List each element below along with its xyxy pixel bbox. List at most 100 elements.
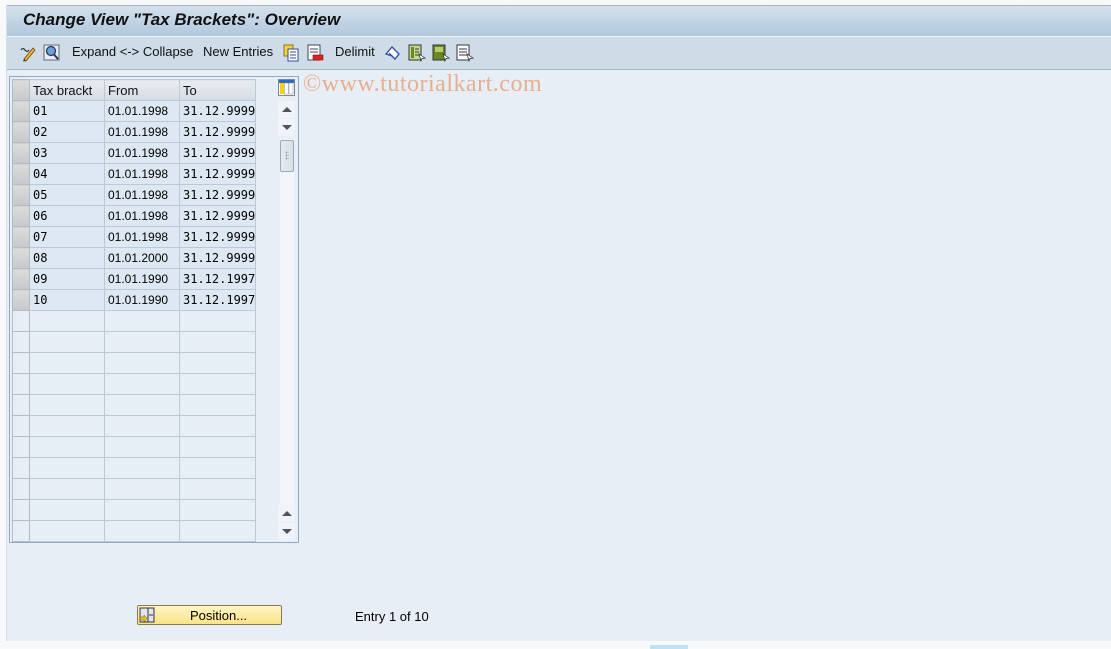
row-selector[interactable] bbox=[12, 100, 30, 122]
cell-from-date[interactable]: 01.01.1990 bbox=[104, 268, 180, 290]
empty-cell[interactable] bbox=[178, 478, 257, 500]
cell-tax-bracket[interactable]: 04 bbox=[29, 163, 105, 185]
new-entries-button[interactable]: New Entries bbox=[203, 44, 273, 62]
cell-tax-bracket[interactable]: 05 bbox=[29, 184, 105, 206]
empty-cell[interactable] bbox=[104, 478, 180, 500]
row-selector[interactable] bbox=[12, 268, 30, 290]
row-selector[interactable] bbox=[12, 394, 30, 416]
empty-cell[interactable] bbox=[104, 520, 180, 542]
row-selector[interactable] bbox=[12, 247, 30, 269]
empty-cell[interactable] bbox=[104, 457, 180, 479]
cell-to-date[interactable]: 31.12.9999 bbox=[178, 142, 257, 164]
row-selector[interactable] bbox=[12, 415, 30, 437]
cell-tax-bracket[interactable]: 08 bbox=[29, 247, 105, 269]
empty-cell[interactable] bbox=[178, 499, 257, 521]
empty-cell[interactable] bbox=[29, 394, 105, 416]
scrollbar-track[interactable] bbox=[280, 139, 294, 509]
cell-to-date[interactable]: 31.12.9999 bbox=[178, 121, 257, 143]
scroll-down-button[interactable] bbox=[278, 523, 295, 540]
display-change-button[interactable] bbox=[19, 44, 37, 62]
empty-cell[interactable] bbox=[178, 373, 257, 395]
empty-cell[interactable] bbox=[104, 415, 180, 437]
row-selector[interactable] bbox=[12, 142, 30, 164]
row-selector[interactable] bbox=[12, 520, 30, 542]
empty-cell[interactable] bbox=[104, 499, 180, 521]
empty-cell[interactable] bbox=[178, 331, 257, 353]
select-all-rows-button[interactable] bbox=[12, 79, 30, 101]
select-all-button[interactable] bbox=[408, 44, 426, 62]
cell-to-date[interactable]: 31.12.9999 bbox=[178, 205, 257, 227]
position-button[interactable]: Position... bbox=[137, 605, 282, 625]
row-selector[interactable] bbox=[12, 184, 30, 206]
find-button[interactable] bbox=[43, 44, 61, 62]
empty-cell[interactable] bbox=[29, 415, 105, 437]
empty-cell[interactable] bbox=[104, 436, 180, 458]
vertical-scrollbar[interactable] bbox=[278, 79, 295, 540]
empty-cell[interactable] bbox=[178, 310, 257, 332]
cell-tax-bracket[interactable]: 07 bbox=[29, 226, 105, 248]
row-selector[interactable] bbox=[12, 478, 30, 500]
cell-tax-bracket[interactable]: 09 bbox=[29, 268, 105, 290]
empty-cell[interactable] bbox=[29, 478, 105, 500]
cell-to-date[interactable]: 31.12.1997 bbox=[178, 289, 257, 311]
expand-collapse-button[interactable]: Expand <-> Collapse bbox=[72, 44, 193, 62]
empty-cell[interactable] bbox=[178, 415, 257, 437]
empty-cell[interactable] bbox=[29, 352, 105, 374]
row-selector[interactable] bbox=[12, 457, 30, 479]
empty-cell[interactable] bbox=[178, 394, 257, 416]
cell-tax-bracket[interactable]: 02 bbox=[29, 121, 105, 143]
cell-from-date[interactable]: 01.01.1998 bbox=[104, 226, 180, 248]
row-selector[interactable] bbox=[12, 163, 30, 185]
empty-cell[interactable] bbox=[178, 352, 257, 374]
empty-cell[interactable] bbox=[104, 352, 180, 374]
empty-cell[interactable] bbox=[29, 373, 105, 395]
row-selector[interactable] bbox=[12, 121, 30, 143]
column-header-tax-bracket[interactable]: Tax brackt bbox=[29, 79, 105, 101]
column-header-to[interactable]: To bbox=[178, 79, 257, 101]
cell-to-date[interactable]: 31.12.1997 bbox=[178, 268, 257, 290]
row-selector[interactable] bbox=[12, 226, 30, 248]
cell-from-date[interactable]: 01.01.1998 bbox=[104, 142, 180, 164]
empty-cell[interactable] bbox=[178, 436, 257, 458]
scroll-page-down-button[interactable] bbox=[278, 119, 295, 136]
cell-tax-bracket[interactable]: 01 bbox=[29, 100, 105, 122]
empty-cell[interactable] bbox=[178, 457, 257, 479]
empty-cell[interactable] bbox=[178, 520, 257, 542]
cell-to-date[interactable]: 31.12.9999 bbox=[178, 163, 257, 185]
row-selector[interactable] bbox=[12, 499, 30, 521]
column-header-from[interactable]: From bbox=[104, 79, 180, 101]
cell-from-date[interactable]: 01.01.1990 bbox=[104, 289, 180, 311]
row-selector[interactable] bbox=[12, 352, 30, 374]
delimit-button[interactable]: Delimit bbox=[335, 44, 375, 62]
scrollbar-thumb[interactable] bbox=[280, 140, 294, 172]
cell-from-date[interactable]: 01.01.1998 bbox=[104, 184, 180, 206]
cell-tax-bracket[interactable]: 10 bbox=[29, 289, 105, 311]
deselect-all-button[interactable] bbox=[456, 44, 474, 62]
empty-cell[interactable] bbox=[29, 436, 105, 458]
cell-from-date[interactable]: 01.01.1998 bbox=[104, 100, 180, 122]
scroll-up-button[interactable] bbox=[278, 101, 295, 118]
cell-from-date[interactable]: 01.01.2000 bbox=[104, 247, 180, 269]
cell-tax-bracket[interactable]: 06 bbox=[29, 205, 105, 227]
row-selector[interactable] bbox=[12, 436, 30, 458]
cell-from-date[interactable]: 01.01.1998 bbox=[104, 163, 180, 185]
empty-cell[interactable] bbox=[29, 520, 105, 542]
table-settings-button[interactable] bbox=[278, 79, 295, 96]
cell-from-date[interactable]: 01.01.1998 bbox=[104, 121, 180, 143]
empty-cell[interactable] bbox=[29, 310, 105, 332]
cell-to-date[interactable]: 31.12.9999 bbox=[178, 184, 257, 206]
select-block-button[interactable] bbox=[432, 44, 450, 62]
row-selector[interactable] bbox=[12, 310, 30, 332]
empty-cell[interactable] bbox=[29, 331, 105, 353]
cell-to-date[interactable]: 31.12.9999 bbox=[178, 247, 257, 269]
empty-cell[interactable] bbox=[29, 499, 105, 521]
empty-cell[interactable] bbox=[104, 331, 180, 353]
undo-change-button[interactable] bbox=[384, 44, 402, 62]
delete-button[interactable] bbox=[306, 44, 324, 62]
copy-as-button[interactable] bbox=[282, 44, 300, 62]
row-selector[interactable] bbox=[12, 373, 30, 395]
row-selector[interactable] bbox=[12, 289, 30, 311]
row-selector[interactable] bbox=[12, 331, 30, 353]
empty-cell[interactable] bbox=[104, 394, 180, 416]
scroll-up-bottom-button[interactable] bbox=[278, 505, 295, 522]
